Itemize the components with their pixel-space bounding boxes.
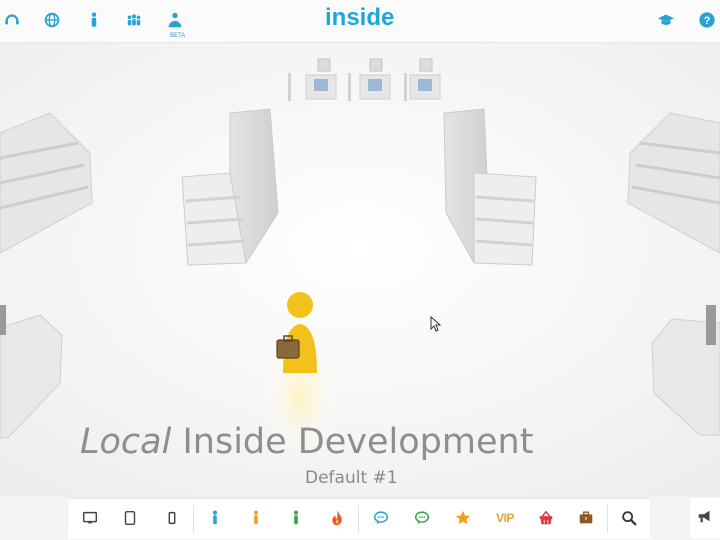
briefcase-icon[interactable] (575, 507, 597, 529)
vip-button[interactable]: VIP (492, 507, 518, 529)
store-title-rest: Inside Development (171, 422, 534, 462)
store-title: Local Inside Development (80, 422, 660, 462)
mobile-icon[interactable] (161, 507, 183, 529)
globe-icon[interactable] (42, 10, 62, 30)
tablet-icon[interactable] (119, 507, 141, 529)
headset-icon[interactable] (2, 10, 22, 30)
star-icon[interactable] (452, 507, 474, 529)
group-icon[interactable] (124, 10, 144, 30)
svg-text:?: ? (704, 15, 711, 27)
beta-label: BETA (170, 33, 186, 39)
search-icon[interactable] (618, 507, 640, 529)
megaphone-button[interactable] (690, 498, 720, 538)
fire-icon[interactable] (326, 507, 348, 529)
person-blue-icon[interactable] (204, 507, 226, 529)
inside-logo: inside (325, 4, 395, 31)
megaphone-icon (696, 507, 714, 529)
help-icon[interactable]: ? (697, 10, 717, 30)
store-subtitle: Default #1 (305, 468, 398, 488)
toolbar-divider (193, 505, 194, 533)
chat-green-icon[interactable] (411, 507, 433, 529)
person-orange-icon[interactable] (245, 507, 267, 529)
mouse-cursor (430, 315, 442, 336)
toolbar-divider (358, 505, 359, 533)
desktop-icon[interactable] (79, 507, 101, 529)
store-title-italic: Local (80, 422, 172, 462)
agent-icon[interactable] (165, 10, 185, 30)
top-bar: BETA inside ? (0, 0, 720, 43)
chat-blue-icon[interactable] (370, 507, 392, 529)
person-green-icon[interactable] (285, 507, 307, 529)
vip-label: VIP (496, 511, 514, 525)
visitor-icon[interactable] (84, 10, 104, 30)
toolbar-divider (607, 505, 608, 533)
bottom-toolbar: VIP (68, 498, 650, 539)
basket-icon[interactable] (535, 507, 557, 529)
graduation-cap-icon[interactable] (656, 10, 676, 30)
